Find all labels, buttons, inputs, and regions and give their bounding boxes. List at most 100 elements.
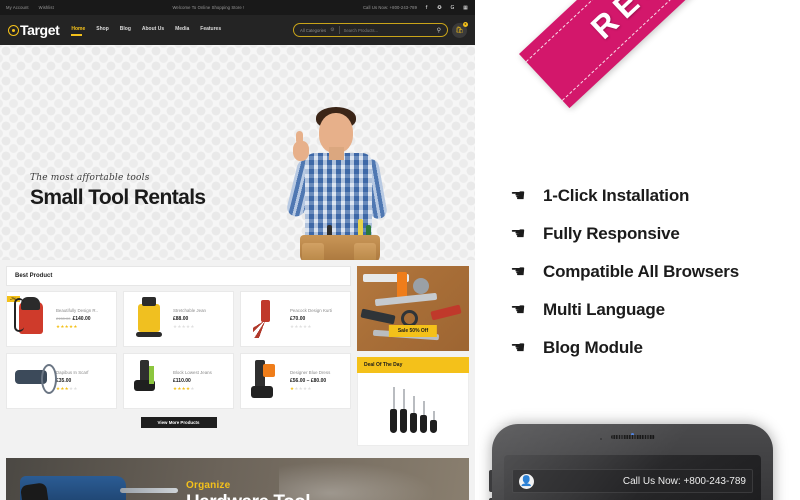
product-name: Stretchable Jean — [173, 308, 206, 313]
product-current-price: £35.00 — [56, 378, 72, 384]
feature-item: ☚ Multi Language — [509, 300, 779, 320]
search-icon[interactable]: ⚲ — [437, 27, 441, 34]
my-account-link[interactable]: My Account — [6, 5, 29, 10]
top-utility-bar: My Account Wishlist Welcome To Online Sh… — [0, 0, 475, 15]
phone-mockup: 👤 Call Us Now: +800-243-789 — [489, 424, 773, 500]
product-current-price: £110.00 — [173, 378, 191, 384]
category-select[interactable]: All Categories — [300, 28, 326, 33]
theme-preview-screenshot: My Account Wishlist Welcome To Online Sh… — [0, 0, 475, 500]
ribbon-label: RESPONSIVE — [584, 0, 800, 46]
feature-list: ☚ 1-Click Installation ☚ Fully Responsiv… — [509, 186, 779, 358]
promo-banner[interactable]: Sale 50% Off — [357, 266, 469, 351]
bottom-banner-title: Hardware Tool — [186, 492, 311, 500]
product-image — [13, 358, 57, 404]
product-rating: ★★★★★ — [290, 325, 312, 330]
product-rating: ★★★★★ — [173, 325, 195, 330]
product-grid: -7% Beautifully Design R.. £150.00 £140.0… — [6, 291, 351, 409]
phone-topbar: 👤 Call Us Now: +800-243-789 — [512, 469, 753, 493]
nav-item-shop[interactable]: Shop — [96, 26, 109, 35]
google-plus-icon[interactable]: G — [449, 4, 456, 11]
product-name: Designer Blue Dress — [290, 370, 331, 375]
nav-item-home[interactable]: Home — [71, 26, 85, 36]
product-name: Block Lowest Jeans — [173, 370, 212, 375]
nav-item-about-us[interactable]: About Us — [142, 26, 164, 35]
best-product-panel: Best Product — [6, 266, 351, 286]
product-old-price: £150.00 — [56, 316, 71, 321]
feature-item: ☚ Blog Module — [509, 338, 779, 358]
cart-count-badge: 0 — [463, 21, 468, 27]
phone-sensor-icon — [599, 438, 602, 440]
bottom-promo-banner[interactable]: Organize Hardware Tool — [6, 458, 469, 500]
product-price: £150.00 £140.00 — [56, 316, 110, 322]
hero-slider[interactable]: The most affortable tools Small Tool Ren… — [0, 45, 475, 260]
handyman-photo — [272, 97, 412, 260]
hero-copy: The most affortable tools Small Tool Ren… — [30, 173, 206, 210]
facebook-icon[interactable]: f — [423, 4, 430, 11]
view-more-products-button[interactable]: View More Products — [140, 417, 217, 428]
product-name: Beautifully Design R.. — [56, 308, 98, 313]
search-bar: All Categories ⚙ Search Products... ⚲ — [293, 23, 448, 37]
product-card[interactable]: Designer Blue Dress £56.00 – £80.00 ★★★★… — [240, 353, 351, 409]
phone-screen: 👤 Call Us Now: +800-243-789 — [504, 455, 761, 500]
feature-label: 1-Click Installation — [543, 186, 690, 205]
site-header: Target Home Shop Blog About Us Media Fea… — [0, 15, 475, 45]
search-input[interactable]: Search Products... — [344, 28, 433, 33]
pointing-hand-icon: ☚ — [510, 300, 526, 320]
gear-logo-icon — [8, 24, 19, 36]
product-image — [130, 358, 168, 404]
feature-label: Multi Language — [543, 300, 665, 319]
product-card[interactable]: Peacock Design Kurti £70.00 ★★★★★ — [240, 291, 351, 347]
product-card[interactable]: Dapibus In Scarf £35.00 ★★★★★ — [6, 353, 117, 409]
phone-speaker-icon — [610, 435, 655, 439]
pointing-hand-icon: ☚ — [510, 262, 526, 282]
feature-label: Fully Responsive — [543, 224, 680, 243]
main-navigation: Home Shop Blog About Us Media Features — [71, 26, 221, 36]
theme-sidebar: Sale 50% Off Deal Of The Day — [357, 266, 469, 446]
promo-sale-tag: Sale 50% Off — [388, 325, 438, 337]
phone-call-label: Call Us Now: +800-243-789 — [622, 475, 746, 487]
wishlist-link[interactable]: Wishlist — [39, 5, 54, 10]
user-account-icon[interactable]: 👤 — [519, 473, 534, 489]
pointing-hand-icon: ☚ — [510, 338, 526, 358]
category-gear-icon: ⚙ — [330, 27, 335, 33]
deal-of-the-day-body[interactable] — [357, 373, 469, 446]
twitter-icon[interactable]: ✪ — [436, 4, 443, 11]
product-card[interactable]: Block Lowest Jeans £110.00 ★★★★★ — [123, 353, 234, 409]
welcome-message: Welcome To Online Shopping Store ! — [172, 5, 245, 10]
feature-item: ☚ 1-Click Installation — [509, 186, 779, 206]
product-image — [130, 296, 168, 342]
nav-item-blog[interactable]: Blog — [120, 26, 131, 35]
pointing-hand-icon: ☚ — [510, 224, 526, 244]
nav-item-features[interactable]: Features — [200, 26, 221, 35]
product-name: Dapibus In Scarf — [56, 370, 89, 375]
product-card[interactable]: -7% Beautifully Design R.. £150.00 £140.0… — [6, 291, 117, 347]
search-divider — [338, 26, 340, 34]
hero-subtitle: The most affortable tools — [30, 173, 150, 183]
feature-item: ☚ Compatible All Browsers — [509, 262, 779, 282]
product-current-price: £88.00 — [173, 316, 189, 322]
product-current-price: £70.00 — [290, 316, 306, 322]
screwdriver-set-image — [358, 383, 468, 439]
product-rating: ★★★★★ — [290, 387, 312, 392]
product-rating: ★★★★★ — [56, 325, 78, 330]
feature-label: Blog Module — [543, 338, 643, 357]
hero-title: Small Tool Rentals — [30, 186, 206, 209]
bottom-banner-kicker: Organize — [186, 480, 231, 491]
feature-label: Compatible All Browsers — [543, 262, 739, 281]
product-rating: ★★★★★ — [173, 387, 195, 392]
nav-item-media[interactable]: Media — [175, 26, 189, 35]
deal-of-the-day-heading: Deal Of The Day — [357, 357, 469, 373]
feature-item: ☚ Fully Responsive — [509, 224, 779, 244]
instagram-icon[interactable]: ▦ — [462, 4, 469, 11]
product-card[interactable]: Stretchable Jean £88.00 ★★★★★ — [123, 291, 234, 347]
product-rating: ★★★★★ — [56, 387, 78, 392]
cart-button[interactable]: 🛍 0 — [452, 21, 468, 38]
product-image — [247, 296, 285, 342]
site-logo[interactable]: Target — [8, 22, 60, 38]
product-name: Peacock Design Kurti — [290, 308, 332, 313]
cart-icon: 🛍 — [455, 27, 464, 34]
best-product-heading: Best Product — [15, 273, 53, 279]
responsive-ribbon: RESPONSIVE — [519, 0, 800, 109]
pointing-hand-icon: ☚ — [510, 186, 526, 206]
product-current-price: £140.00 — [72, 316, 91, 322]
